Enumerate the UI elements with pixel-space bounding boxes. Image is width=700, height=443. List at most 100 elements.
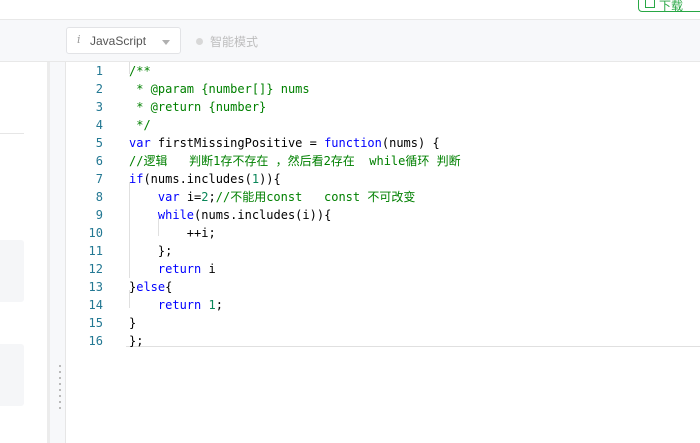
code-line[interactable]: 15} <box>66 314 700 332</box>
code-token: return <box>157 298 202 312</box>
toggle-dot-icon <box>196 38 203 45</box>
smart-mode-toggle[interactable]: 智能模式 <box>196 33 258 50</box>
code-text: return i <box>129 260 216 278</box>
code-text: return 1; <box>129 296 223 314</box>
code-token: return <box>157 262 202 276</box>
download-button[interactable]: 下载 <box>638 0 700 12</box>
left-panel <box>0 62 50 443</box>
line-number: 13 <box>88 280 103 294</box>
code-token: */ <box>129 118 151 132</box>
info-icon: i <box>77 33 81 46</box>
top-header: 下载 <box>0 0 700 20</box>
code-text: * @param {number[]} nums <box>129 80 310 98</box>
line-number: 1 <box>95 64 103 78</box>
code-line[interactable]: 5 var firstMissingPositive = function(num… <box>66 134 700 152</box>
line-number: 4 <box>95 118 103 132</box>
code-line[interactable]: 1 /** <box>66 62 700 80</box>
code-text: * @return {number} <box>129 98 266 116</box>
code-text: }; <box>129 242 172 260</box>
code-line[interactable]: 7 if(nums.includes(1)){ <box>66 170 700 188</box>
code-token: (nums.includes( <box>143 172 252 186</box>
code-token: /** <box>129 64 151 78</box>
line-number: 14 <box>88 298 103 312</box>
line-number: 12 <box>88 262 103 276</box>
code-text: while(nums.includes(i)){ <box>129 206 331 224</box>
code-text: */ <box>129 116 151 134</box>
code-token: if <box>129 172 144 186</box>
code-token: * @return {number} <box>129 100 267 114</box>
code-token: (nums.includes(i)){ <box>194 208 332 222</box>
code-token: 1 <box>208 298 216 312</box>
panel-splitter[interactable] <box>50 62 65 443</box>
drag-handle-icon[interactable] <box>59 363 61 409</box>
code-token: var <box>129 136 151 150</box>
code-editor[interactable]: 1/** 2 * @param {number[]} nums 3 * @retur… <box>65 62 700 443</box>
code-text: var firstMissingPositive = function(nums… <box>129 134 440 152</box>
code-line[interactable]: 3 * @return {number} <box>66 98 700 116</box>
code-line[interactable]: 9 while(nums.includes(i)){ <box>66 206 700 224</box>
code-token: else <box>136 280 166 294</box>
line-number: 8 <box>95 190 103 204</box>
line-number: 7 <box>95 172 103 186</box>
code-token: }; <box>129 244 173 258</box>
code-text: } <box>129 314 136 332</box>
editor-toolbar: i JavaScript 智能模式 <box>0 20 700 62</box>
line-number: 16 <box>88 334 103 348</box>
code-text: var i=2;//不能用const const 不可改变 <box>129 188 415 206</box>
code-token: firstMissingPositive = <box>150 136 325 150</box>
code-line[interactable]: 2 * @param {number[]} nums <box>66 80 700 98</box>
left-panel-card[interactable] <box>0 344 24 406</box>
code-line[interactable]: 16}; <box>66 332 700 350</box>
code-token: 2 <box>201 190 209 204</box>
code-line[interactable]: 13 }else{ <box>66 278 700 296</box>
code-token: ; <box>215 298 223 312</box>
line-number: 3 <box>95 100 103 114</box>
code-token: }; <box>129 334 144 348</box>
code-token: i <box>201 262 216 276</box>
line-number: 9 <box>95 208 103 222</box>
code-token: (nums) { <box>381 136 440 150</box>
code-token: var <box>157 190 180 204</box>
language-value: JavaScript <box>90 34 147 48</box>
chevron-down-icon <box>162 40 170 45</box>
line-number: 2 <box>95 82 103 96</box>
line-number: 15 <box>88 316 103 330</box>
code-line[interactable]: 12 return i <box>66 260 700 278</box>
code-token: i= <box>179 190 202 204</box>
code-text: }; <box>129 332 143 350</box>
line-number: 6 <box>95 154 103 168</box>
code-line[interactable]: 8 var i=2;//不能用const const 不可改变 <box>66 188 700 206</box>
language-select[interactable]: i JavaScript <box>66 27 181 54</box>
left-panel-card[interactable] <box>0 240 24 302</box>
code-line[interactable]: 10 ++i; <box>66 224 700 242</box>
code-text: }else{ <box>129 278 172 296</box>
code-text: //逻辑 判断1存不存在 ，然后看2存在 while循环 判断 <box>129 152 461 170</box>
download-icon <box>645 0 655 8</box>
code-text: if(nums.includes(1)){ <box>129 170 281 188</box>
code-line[interactable]: 6 //逻辑 判断1存不存在 ，然后看2存在 while循环 判断 <box>66 152 700 170</box>
code-token: //逻辑 判断1存不存在 ，然后看2存在 while循环 判断 <box>129 154 461 168</box>
code-token: { <box>165 280 173 294</box>
code-token: 1 <box>251 172 260 186</box>
download-label: 下载 <box>659 0 684 12</box>
code-token: function <box>324 136 382 150</box>
line-number: 10 <box>88 226 103 240</box>
code-token: ; <box>208 190 216 204</box>
code-token: while <box>157 208 195 222</box>
line-number: 11 <box>88 244 103 258</box>
left-panel-divider <box>0 133 24 134</box>
code-token: )){ <box>259 172 281 186</box>
code-token: * @param {number[]} nums <box>129 82 310 96</box>
code-line[interactable]: 11 }; <box>66 242 700 260</box>
smart-mode-label: 智能模式 <box>210 35 259 49</box>
code-line[interactable]: 4 */ <box>66 116 700 134</box>
code-line[interactable]: 14 return 1; <box>66 296 700 314</box>
line-number: 5 <box>95 136 103 150</box>
code-text: /** <box>129 62 151 80</box>
code-text: ++i; <box>129 224 216 242</box>
